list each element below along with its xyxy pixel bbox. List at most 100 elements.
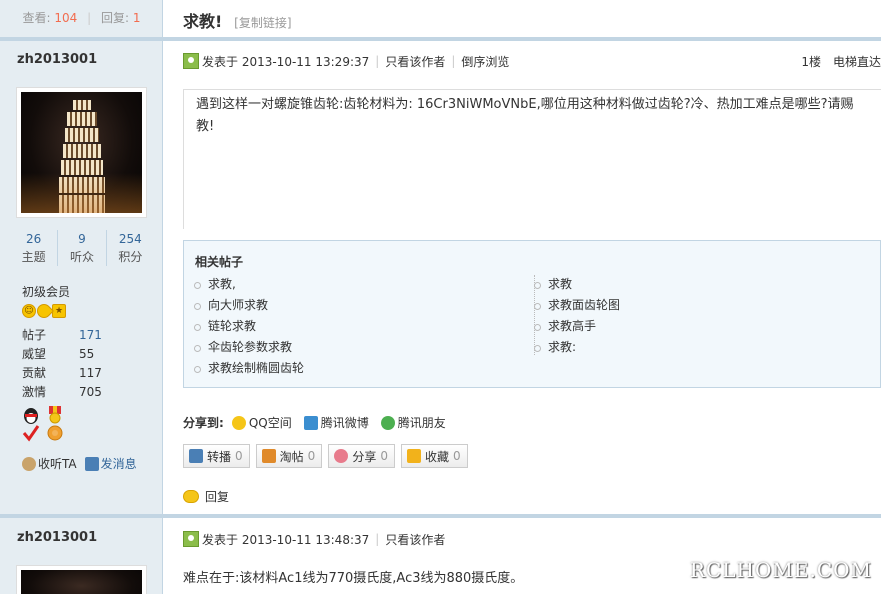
basket-icon xyxy=(261,449,276,463)
forward-button[interactable]: 转播 0 xyxy=(183,444,250,468)
floor-info: 1楼 电梯直达 xyxy=(789,53,881,70)
stat-value[interactable]: 254 xyxy=(107,230,154,248)
star-icon xyxy=(406,449,421,463)
stat-value[interactable]: 26 xyxy=(10,230,57,248)
forward-label: 转播 xyxy=(207,449,232,464)
follow-link[interactable]: 收听TA xyxy=(38,455,77,472)
heart-icon xyxy=(334,449,349,463)
forward-icon xyxy=(189,449,203,463)
only-author-link[interactable]: 只看该作者 xyxy=(385,53,445,70)
related-link[interactable]: 伞齿轮参数求教 xyxy=(184,337,304,358)
share-count: 0 xyxy=(380,449,388,463)
elevator-link[interactable]: 电梯直达 xyxy=(833,55,881,69)
favorite-button[interactable]: 收藏 0 xyxy=(400,444,468,468)
related-posts: 相关帖子 求教, 向大师求教 链轮求教 伞齿轮参数求教 求教绘制椭圆齿轮 求教 … xyxy=(183,240,881,388)
stat-label[interactable]: 主题 xyxy=(10,248,57,266)
online-status-icon xyxy=(183,531,199,547)
page-title: 求教! xyxy=(183,12,223,31)
thread-header: 求教! [复制链接] xyxy=(183,8,292,32)
profile-value[interactable]: 171 xyxy=(79,326,102,345)
related-list-left: 求教, 向大师求教 链轮求教 伞齿轮参数求教 求教绘制椭圆齿轮 xyxy=(184,274,304,379)
related-link[interactable]: 求教: xyxy=(524,337,620,358)
share-button-label: 分享 xyxy=(352,449,377,464)
post-action-buttons: 转播 0 淘帖 0 分享 0 收藏 0 xyxy=(183,444,468,468)
penguin-medal-icon[interactable] xyxy=(22,406,40,424)
medals xyxy=(22,406,72,442)
share-qzone[interactable]: QQ空间 xyxy=(231,414,292,431)
share-label: 分享到: xyxy=(183,416,224,430)
weibo-icon xyxy=(303,415,318,430)
share-qzone-label: QQ空间 xyxy=(248,416,292,430)
profile-value: 55 xyxy=(79,347,95,361)
post-time: 发表于 2013-10-11 13:29:37 xyxy=(202,54,370,69)
favorite-label: 收藏 xyxy=(424,449,449,464)
profile-key: 帖子 xyxy=(22,328,47,342)
qzone-icon xyxy=(231,415,246,430)
online-status-icon xyxy=(183,53,199,69)
share-pengyou-label: 腾讯朋友 xyxy=(397,416,446,430)
avatar[interactable] xyxy=(16,565,147,594)
related-title: 相关帖子 xyxy=(195,255,244,269)
related-link[interactable]: 求教, xyxy=(184,274,304,295)
collect-thread-count: 0 xyxy=(307,449,316,463)
share-weibo[interactable]: 腾讯微博 xyxy=(303,414,369,431)
views-label: 查看: xyxy=(22,11,51,25)
reply-bubble-icon xyxy=(183,490,199,503)
floor-number: 1楼 xyxy=(801,54,821,69)
related-link[interactable]: 求教绘制椭圆齿轮 xyxy=(184,358,304,379)
rank-stars: ☺ ★ xyxy=(22,301,66,321)
profile-key: 贡献 xyxy=(22,366,47,380)
profile-key: 激情 xyxy=(22,385,47,399)
gear-medal-icon[interactable] xyxy=(46,424,64,442)
author-actions: 收听TA 发消息 xyxy=(22,455,137,472)
related-link[interactable]: 求教面齿轮图 xyxy=(524,295,620,316)
avatar[interactable] xyxy=(16,87,147,218)
star-icon: ★ xyxy=(52,304,66,318)
forward-count: 0 xyxy=(235,449,243,463)
profile-value: 705 xyxy=(79,385,102,399)
replies-label: 回复: xyxy=(100,11,130,25)
related-link[interactable]: 链轮求教 xyxy=(184,316,304,337)
related-link[interactable]: 向大师求教 xyxy=(184,295,304,316)
post-content: 遇到这样一对螺旋锥齿轮:齿轮材料为: 16Cr3NiWMoVNbE,哪位用这种材… xyxy=(196,97,854,134)
thread-stats: 查看: 104 | 回复: 1 xyxy=(22,11,141,25)
post-meta: 发表于 2013-10-11 13:48:37 | 只看该作者 xyxy=(183,530,445,548)
views-count: 104 xyxy=(54,11,78,25)
member-rank[interactable]: 初级会员 xyxy=(22,283,70,300)
reverse-order-link[interactable]: 倒序浏览 xyxy=(461,53,509,70)
stat-value[interactable]: 9 xyxy=(58,230,105,248)
favorite-count: 0 xyxy=(452,449,461,463)
share-bar: 分享到: QQ空间 腾讯微博 腾讯朋友 xyxy=(183,414,458,431)
related-link[interactable]: 求教高手 xyxy=(524,316,620,337)
follow-icon xyxy=(22,456,36,471)
stat-label[interactable]: 听众 xyxy=(58,248,105,266)
related-list-right: 求教 求教面齿轮图 求教高手 求教: xyxy=(524,274,620,358)
stat-label[interactable]: 积分 xyxy=(107,248,154,266)
profile-info: 帖子 171 威望 55 贡献 117 激情 705 xyxy=(22,326,102,402)
message-link[interactable]: 发消息 xyxy=(101,455,137,472)
author-stats: 26 主题 9 听众 254 积分 xyxy=(10,230,154,266)
mail-icon xyxy=(84,456,99,471)
ribbon-medal-icon[interactable] xyxy=(46,406,64,424)
sun-icon: ☺ xyxy=(22,304,36,318)
replies-count: 1 xyxy=(132,11,141,25)
share-weibo-label: 腾讯微博 xyxy=(320,416,369,430)
only-author-link[interactable]: 只看该作者 xyxy=(385,531,445,548)
thread-main: 求教! [复制链接] 发表于 2013-10-11 13:29:37 | 只看该… xyxy=(163,0,881,594)
author-name[interactable]: zh2013001 xyxy=(17,530,97,545)
post-body: 遇到这样一对螺旋锥齿轮:齿轮材料为: 16Cr3NiWMoVNbE,哪位用这种材… xyxy=(183,89,881,229)
post-time: 发表于 2013-10-11 13:48:37 xyxy=(202,532,370,547)
collect-thread-button[interactable]: 淘帖 0 xyxy=(255,444,323,468)
profile-value: 117 xyxy=(79,366,102,380)
share-pengyou[interactable]: 腾讯朋友 xyxy=(380,414,446,431)
reply-button[interactable]: 回复 xyxy=(183,488,229,505)
check-medal-icon[interactable] xyxy=(22,424,40,442)
reply-label: 回复 xyxy=(205,490,230,504)
profile-key: 威望 xyxy=(22,347,47,361)
author-name[interactable]: zh2013001 xyxy=(17,52,97,67)
copy-link-button[interactable]: [复制链接] xyxy=(234,16,291,30)
clover-icon xyxy=(380,415,395,430)
share-button[interactable]: 分享 0 xyxy=(328,444,395,468)
related-link[interactable]: 求教 xyxy=(524,274,620,295)
post-meta: 发表于 2013-10-11 13:29:37 | 只看该作者 | 倒序浏览 1… xyxy=(183,52,881,70)
